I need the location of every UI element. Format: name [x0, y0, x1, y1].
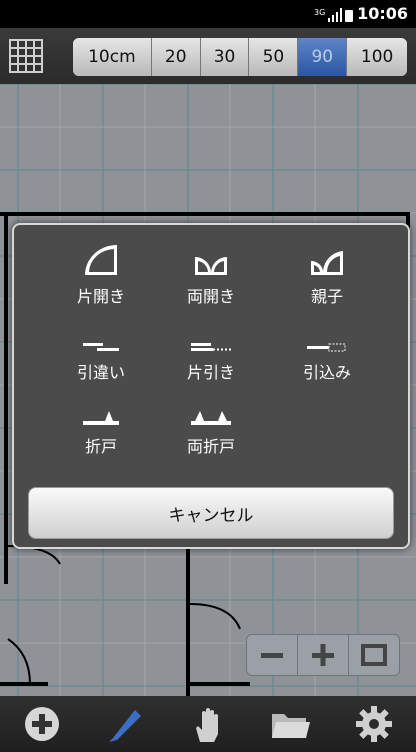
status-bar: 3G 10:06	[0, 0, 416, 28]
scale-90[interactable]: 90	[298, 38, 348, 76]
double-door-icon	[195, 257, 227, 275]
parent-child-door-icon	[311, 251, 343, 275]
folder-icon	[272, 714, 311, 738]
sliding-door-icon	[83, 343, 119, 351]
top-toolbar: 10cm 20 30 50 90 100	[0, 28, 416, 84]
pencil-icon	[108, 710, 141, 742]
signal-icon: 3G	[314, 8, 353, 22]
single-sliding-door-icon	[191, 343, 231, 351]
scale-selector: 10cm 20 30 50 90 100	[73, 38, 407, 76]
add-button[interactable]	[20, 702, 64, 746]
cancel-button[interactable]: キャンセル	[28, 487, 394, 539]
add-icon	[24, 707, 59, 741]
option-single-door[interactable]: 片開き	[46, 243, 156, 311]
svg-text:3G: 3G	[314, 8, 325, 17]
bottom-toolbar	[0, 696, 416, 752]
plus-icon	[312, 644, 334, 666]
scale-30[interactable]: 30	[200, 38, 250, 76]
minus-icon	[261, 653, 283, 658]
draw-button[interactable]	[103, 702, 147, 746]
option-parent-child-door[interactable]: 親子	[272, 243, 382, 311]
grid-icon[interactable]	[8, 38, 44, 74]
fit-icon	[361, 644, 387, 666]
settings-button[interactable]	[352, 702, 396, 746]
fit-screen-button[interactable]	[349, 635, 399, 675]
scale-50[interactable]: 50	[249, 38, 299, 76]
single-door-icon	[85, 245, 117, 275]
double-folding-door-icon	[191, 411, 231, 425]
zoom-out-button[interactable]	[247, 635, 298, 675]
option-folding-door[interactable]: 折戸	[46, 393, 156, 461]
option-sliding-door[interactable]: 引違い	[46, 319, 156, 387]
open-file-button[interactable]	[269, 702, 313, 746]
pocket-door-icon	[307, 343, 346, 352]
folding-door-icon	[83, 411, 119, 425]
door-type-dialog: 片開き 両開き 親子 引違い 片引き 引込み 折戸 両折戸 キャンセル	[12, 223, 410, 549]
scale-100[interactable]: 100	[347, 38, 407, 76]
zoom-controls	[246, 634, 400, 676]
option-pocket-door[interactable]: 引込み	[272, 319, 382, 387]
hand-icon	[195, 708, 218, 742]
zoom-in-button[interactable]	[298, 635, 349, 675]
scale-20[interactable]: 20	[151, 38, 201, 76]
scale-10cm[interactable]: 10cm	[73, 38, 152, 76]
option-single-sliding-door[interactable]: 片引き	[156, 319, 266, 387]
pan-button[interactable]	[186, 702, 230, 746]
option-double-door[interactable]: 両開き	[156, 243, 266, 311]
option-double-folding-door[interactable]: 両折戸	[156, 393, 266, 461]
clock: 10:06	[357, 4, 408, 23]
gear-icon	[356, 706, 393, 742]
